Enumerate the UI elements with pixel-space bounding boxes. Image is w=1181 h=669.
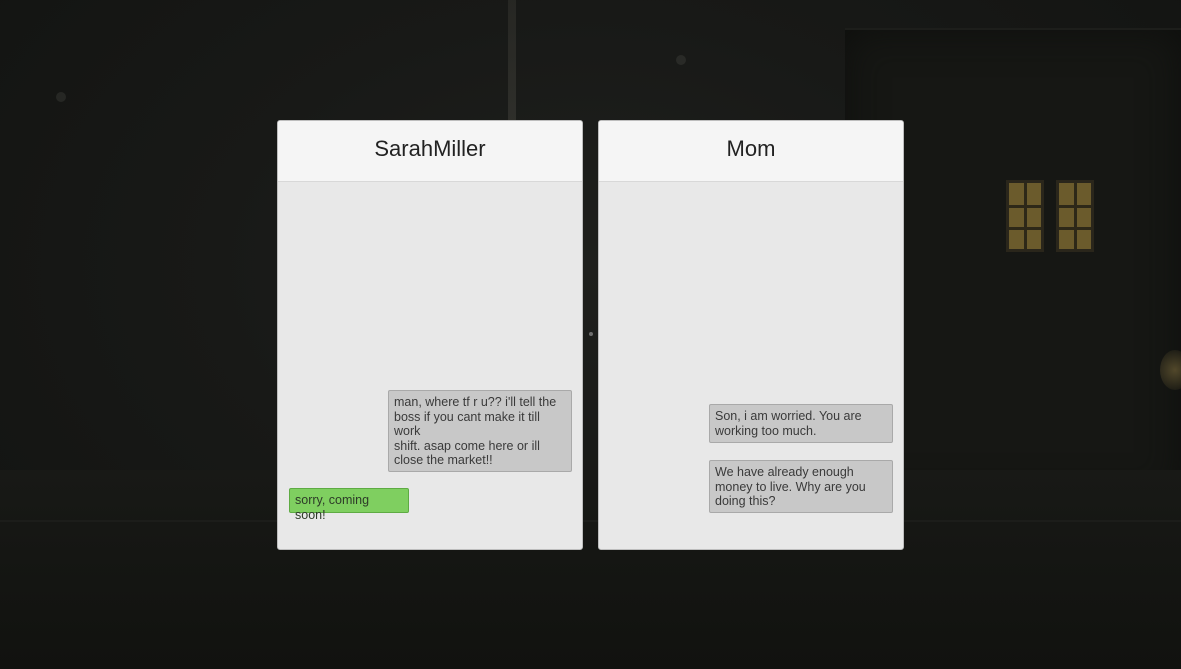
lit-window-left [1006, 180, 1044, 252]
incoming-message-bubble: Son, i am worried. You are working too m… [709, 404, 893, 443]
chat-contact-name: SarahMiller [278, 121, 582, 182]
incoming-message-bubble: man, where tf r u?? i'll tell the boss i… [388, 390, 572, 472]
chat-panel-mom[interactable]: Mom Son, i am worried. You are working t… [598, 120, 904, 550]
chat-contact-name: Mom [599, 121, 903, 182]
lit-window-right [1056, 180, 1094, 252]
chat-panel-sarahmiller[interactable]: SarahMiller man, where tf r u?? i'll tel… [277, 120, 583, 550]
road-edge [0, 520, 1181, 522]
dust-speck [56, 92, 66, 102]
outgoing-message-bubble: sorry, coming soon! [289, 488, 409, 522]
incoming-message-bubble: We have already enough money to live. Wh… [709, 460, 893, 513]
ground [0, 470, 1181, 669]
panel-divider-dot [589, 332, 593, 336]
dust-speck [676, 55, 686, 65]
street-pole [508, 0, 516, 125]
